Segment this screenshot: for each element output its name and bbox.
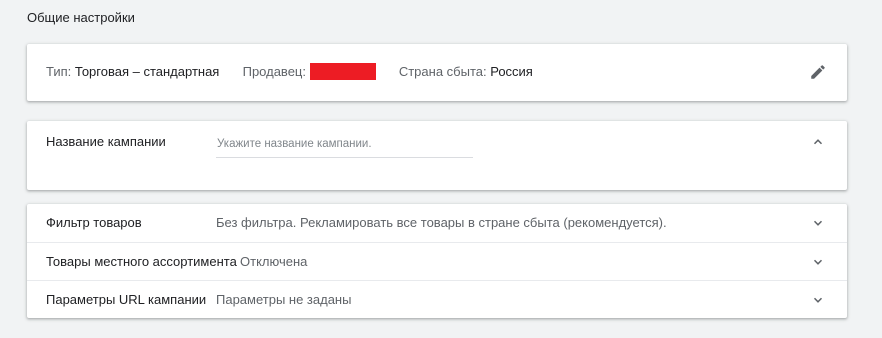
url-params-row[interactable]: Параметры URL кампании Параметры не зада… <box>27 280 847 319</box>
pencil-icon[interactable] <box>809 63 827 81</box>
campaign-name-card: Название кампании <box>27 121 847 190</box>
local-inventory-label: Товары местного ассортимента <box>46 254 237 269</box>
product-filter-label: Фильтр товаров <box>46 215 142 230</box>
country-label: Страна сбыта: <box>398 64 491 79</box>
local-inventory-value: Отключена <box>240 254 308 269</box>
summary-line: Тип: Торговая – стандартная Продавец: Ст… <box>46 63 533 80</box>
chevron-down-icon[interactable] <box>811 255 825 269</box>
type-value: Торговая – стандартная <box>74 64 220 79</box>
seller-redaction <box>309 63 376 80</box>
url-params-value: Параметры не заданы <box>216 292 352 307</box>
chevron-down-icon[interactable] <box>811 216 825 230</box>
chevron-down-icon[interactable] <box>811 293 825 307</box>
product-filter-row[interactable]: Фильтр товаров Без фильтра. Рекламироват… <box>27 204 847 242</box>
settings-rows-card: Фильтр товаров Без фильтра. Рекламироват… <box>27 204 847 318</box>
campaign-summary-card: Тип: Торговая – стандартная Продавец: Ст… <box>27 44 847 101</box>
product-filter-value: Без фильтра. Рекламировать все товары в … <box>216 215 667 230</box>
local-inventory-row[interactable]: Товары местного ассортимента Отключена <box>27 242 847 281</box>
campaign-name-input[interactable] <box>216 131 473 158</box>
campaign-name-label: Название кампании <box>46 134 166 149</box>
url-params-label: Параметры URL кампании <box>46 292 207 307</box>
section-title: Общие настройки <box>27 10 135 25</box>
chevron-up-icon[interactable] <box>811 135 825 149</box>
type-label: Тип: <box>46 64 75 79</box>
country-value: Россия <box>490 64 533 79</box>
seller-label: Продавец: <box>242 64 310 79</box>
